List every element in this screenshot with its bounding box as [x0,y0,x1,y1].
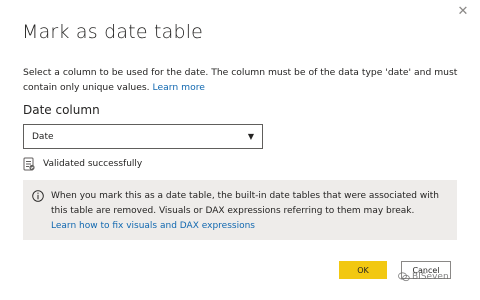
date-column-select[interactable]: Date ▼ [23,124,263,149]
ok-button[interactable]: OK [339,261,387,279]
date-column-selected-value: Date [32,131,54,142]
date-column-label: Date column [23,103,100,117]
chat-bubble-icon [398,272,410,282]
dialog-title: Mark as date table [22,21,204,43]
validation-text: Validated successfully [43,159,143,169]
info-message-text: When you mark this as a date table, the … [51,191,439,216]
watermark: BISeven [398,272,449,282]
info-message-box: When you mark this as a date table, the … [23,180,457,240]
learn-more-link[interactable]: Learn more [153,82,205,93]
close-button[interactable]: ✕ [454,2,472,20]
document-check-icon [23,157,35,171]
fix-visuals-link[interactable]: Learn how to fix visuals and DAX express… [51,219,447,234]
info-circle-icon [32,190,44,202]
validation-status: Validated successfully [23,157,142,171]
caret-down-icon: ▼ [247,132,254,141]
description-text: Select a column to be used for the date.… [23,67,458,93]
close-icon: ✕ [457,3,469,19]
watermark-text: BISeven [412,272,449,282]
mark-as-date-table-dialog: ✕ Mark as date table Select a column to … [0,0,480,300]
dialog-description: Select a column to be used for the date.… [23,65,459,95]
